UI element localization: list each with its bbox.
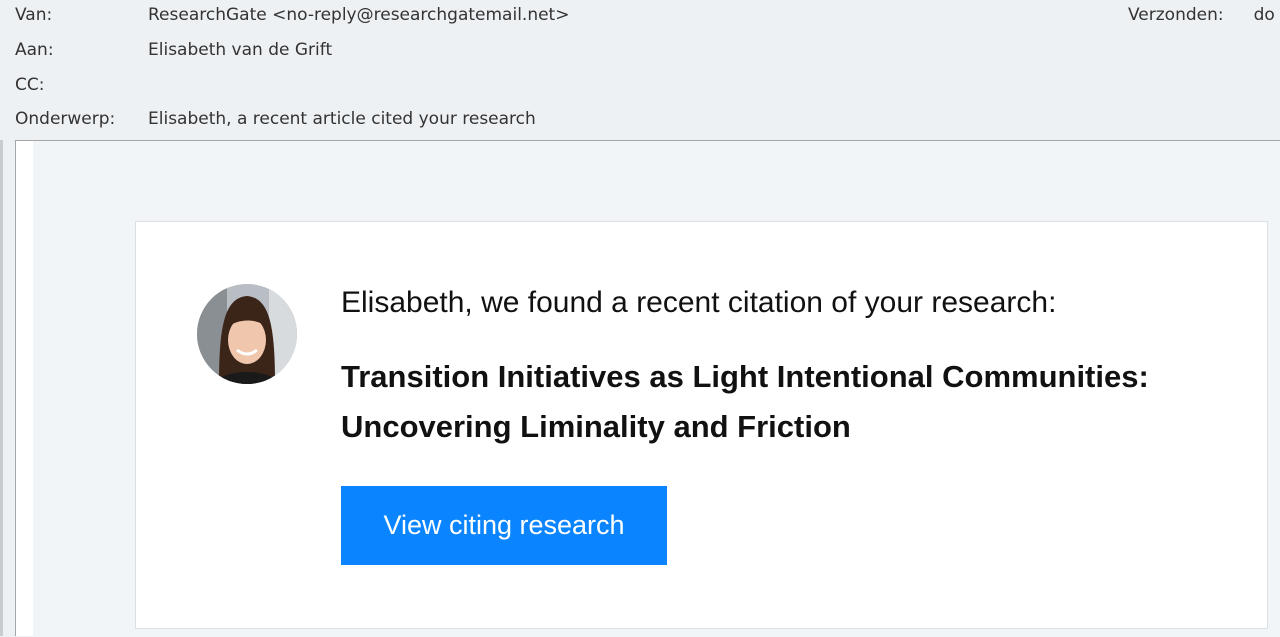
cc-label: CC: xyxy=(15,75,45,95)
avatar xyxy=(197,284,297,384)
citation-headline: Elisabeth, we found a recent citation of… xyxy=(341,286,1057,319)
avatar-photo-icon xyxy=(197,284,297,384)
from-label: Van: xyxy=(15,5,53,25)
citing-article-title: Transition Initiatives as Light Intentio… xyxy=(341,359,1149,444)
view-citing-research-button[interactable]: View citing research xyxy=(341,486,667,565)
subject-value: Elisabeth, a recent article cited your r… xyxy=(148,109,536,129)
message-header: Van: ResearchGate <no-reply@researchgate… xyxy=(0,0,1280,140)
email-background: Elisabeth, we found a recent citation of… xyxy=(33,141,1280,637)
sent-value: do xyxy=(1253,5,1275,25)
to-value[interactable]: Elisabeth van de Grift xyxy=(148,40,332,60)
sent-label: Verzonden: xyxy=(1128,5,1224,25)
from-value[interactable]: ResearchGate <no-reply@researchgatemail.… xyxy=(148,5,569,25)
sent-row: Verzonden: do xyxy=(1128,5,1275,25)
to-label: Aan: xyxy=(15,40,54,60)
subject-label: Onderwerp: xyxy=(15,109,116,129)
message-body: Elisabeth, we found a recent citation of… xyxy=(15,140,1280,637)
citation-card: Elisabeth, we found a recent citation of… xyxy=(135,221,1268,629)
